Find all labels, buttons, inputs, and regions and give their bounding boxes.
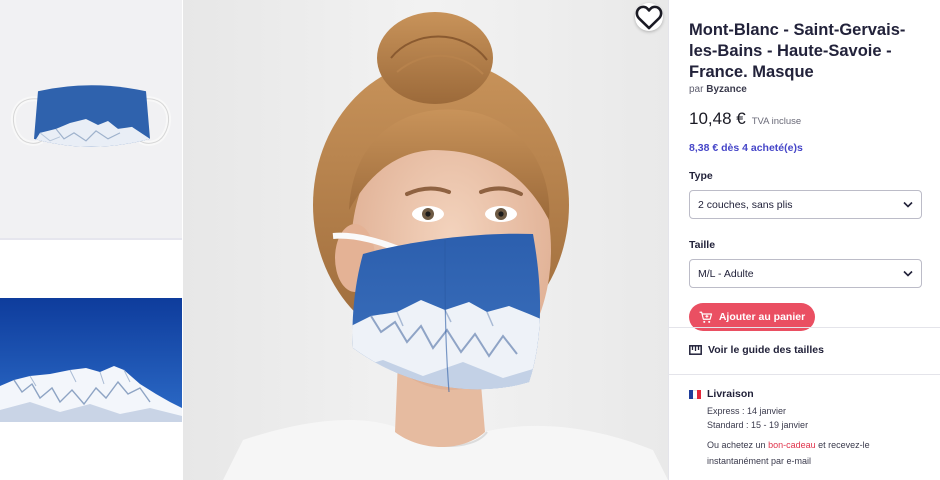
product-price: 10,48 € [689, 109, 746, 128]
delivery-standard: Standard : 15 - 19 janvier [707, 420, 809, 430]
size-guide-link[interactable]: Voir le guide des tailles [689, 344, 824, 356]
artist-link[interactable]: Byzance [706, 84, 747, 95]
type-select-value: 2 couches, sans plis [698, 198, 793, 211]
delivery-title: Livraison [707, 388, 754, 400]
main-product-image [183, 0, 668, 480]
size-select-value: M/L - Adulte [698, 267, 754, 280]
chevron-down-icon [903, 201, 913, 208]
model-wearing-mask-illustration [183, 0, 668, 480]
ruler-icon [689, 345, 702, 355]
cart-icon [699, 311, 712, 323]
thumbnail-mountain-print[interactable] [0, 298, 182, 422]
type-label: Type [689, 170, 713, 182]
type-select[interactable]: 2 couches, sans plis [689, 190, 922, 219]
favorite-button[interactable] [635, 3, 663, 31]
gift-card-note: Ou achetez un bon-cadeau et recevez-le i… [707, 437, 929, 469]
product-page: Mont-Blanc - Saint-Gervais-les-Bains - H… [0, 0, 940, 480]
byline-prefix: par [689, 84, 704, 95]
thumbnail-mask-flat[interactable] [0, 0, 182, 240]
gift-prefix: Ou achetez un [707, 440, 766, 450]
artist-byline: par Byzance [689, 84, 920, 95]
divider [669, 327, 940, 328]
chevron-down-icon [903, 270, 913, 277]
size-guide-label: Voir le guide des tailles [708, 344, 824, 356]
price-row: 10,48 € TVA incluse [689, 109, 920, 129]
vat-note: TVA incluse [751, 116, 802, 127]
thumbnail-gallery [0, 0, 183, 480]
divider [669, 374, 940, 375]
bulk-discount-price: 8,38 € dès 4 acheté(e)s [689, 142, 803, 154]
product-info-panel: Mont-Blanc - Saint-Gervais-les-Bains - H… [668, 0, 940, 480]
delivery-header: Livraison [689, 388, 929, 400]
size-select[interactable]: M/L - Adulte [689, 259, 922, 288]
gift-card-link[interactable]: bon-cadeau [768, 440, 816, 450]
size-label: Taille [689, 239, 716, 251]
delivery-section: Livraison Express : 14 janvier Standard … [689, 388, 929, 469]
product-title: Mont-Blanc - Saint-Gervais-les-Bains - H… [689, 21, 906, 81]
delivery-express: Express : 14 janvier [707, 406, 787, 416]
france-flag-icon [689, 389, 701, 399]
heart-icon [635, 5, 663, 30]
add-to-cart-label: Ajouter au panier [718, 311, 806, 323]
